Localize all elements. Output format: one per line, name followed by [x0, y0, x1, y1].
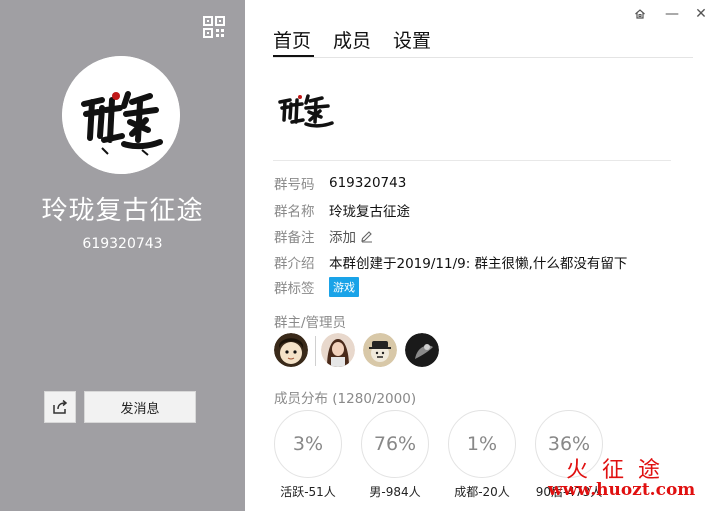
- group-name-value: 玲珑复古征途: [329, 204, 410, 220]
- group-remark-key: 群备注: [274, 230, 315, 246]
- admin-avatar[interactable]: [274, 333, 308, 367]
- group-intro-key: 群介绍: [274, 256, 315, 272]
- group-code-row: 群号码 619320743: [274, 173, 406, 193]
- admin-separator: [315, 336, 316, 366]
- admin-avatar[interactable]: [363, 333, 397, 367]
- tag-badge[interactable]: 游戏: [329, 277, 359, 297]
- tabs-divider: [273, 57, 693, 58]
- group-intro-row: 群介绍 本群创建于2019/11/9: 群主很懒,什么都没有留下: [274, 252, 627, 272]
- group-name-title: 玲珑复古征途: [41, 196, 204, 226]
- qr-code-icon[interactable]: [203, 16, 225, 38]
- stat-male-circle[interactable]: 76%: [361, 410, 429, 478]
- group-tags-row: 群标签 游戏: [274, 277, 359, 297]
- group-tags-key: 群标签: [274, 281, 315, 297]
- group-name-key: 群名称: [274, 204, 315, 220]
- tab-members[interactable]: 成员: [333, 26, 371, 53]
- group-remark-row: 群备注 添加: [274, 226, 373, 246]
- admin-avatar[interactable]: [321, 333, 355, 367]
- stat-city-circle[interactable]: 1%: [448, 410, 516, 478]
- members-distribution-label: 成员分布 (1280/2000): [274, 391, 417, 407]
- stat-male-label: 男-984人: [369, 485, 421, 499]
- share-icon: [53, 399, 68, 414]
- group-number: 619320743: [82, 236, 163, 252]
- add-remark-link[interactable]: 添加: [329, 226, 356, 246]
- stat-active-label: 活跃-51人: [280, 485, 336, 499]
- profile-panel: 玲珑复古征途 619320743 发消息: [0, 0, 245, 511]
- group-avatar[interactable]: [62, 56, 180, 174]
- watermark-url: www.huozt.com: [548, 480, 696, 500]
- edit-icon[interactable]: [360, 230, 373, 243]
- group-logo-image: [276, 88, 336, 130]
- info-divider: [273, 160, 671, 161]
- group-name-row: 群名称 玲珑复古征途: [274, 200, 410, 220]
- close-button[interactable]: ✕: [693, 6, 708, 22]
- admins-label: 群主/管理员: [274, 315, 347, 331]
- stat-city-label: 成都-20人: [454, 485, 510, 499]
- minimize-button[interactable]: —: [664, 6, 680, 22]
- group-intro-value: 本群创建于2019/11/9: 群主很懒,什么都没有留下: [329, 256, 628, 272]
- share-button[interactable]: [44, 391, 76, 423]
- admin-avatar[interactable]: [405, 333, 439, 367]
- send-message-button[interactable]: 发消息: [84, 391, 196, 423]
- tab-home[interactable]: 首页: [273, 26, 311, 53]
- group-code-value: 619320743: [329, 175, 407, 191]
- group-code-key: 群号码: [274, 177, 315, 193]
- stat-active-circle[interactable]: 3%: [274, 410, 342, 478]
- home-icon[interactable]: [632, 6, 648, 22]
- tab-settings[interactable]: 设置: [393, 26, 431, 53]
